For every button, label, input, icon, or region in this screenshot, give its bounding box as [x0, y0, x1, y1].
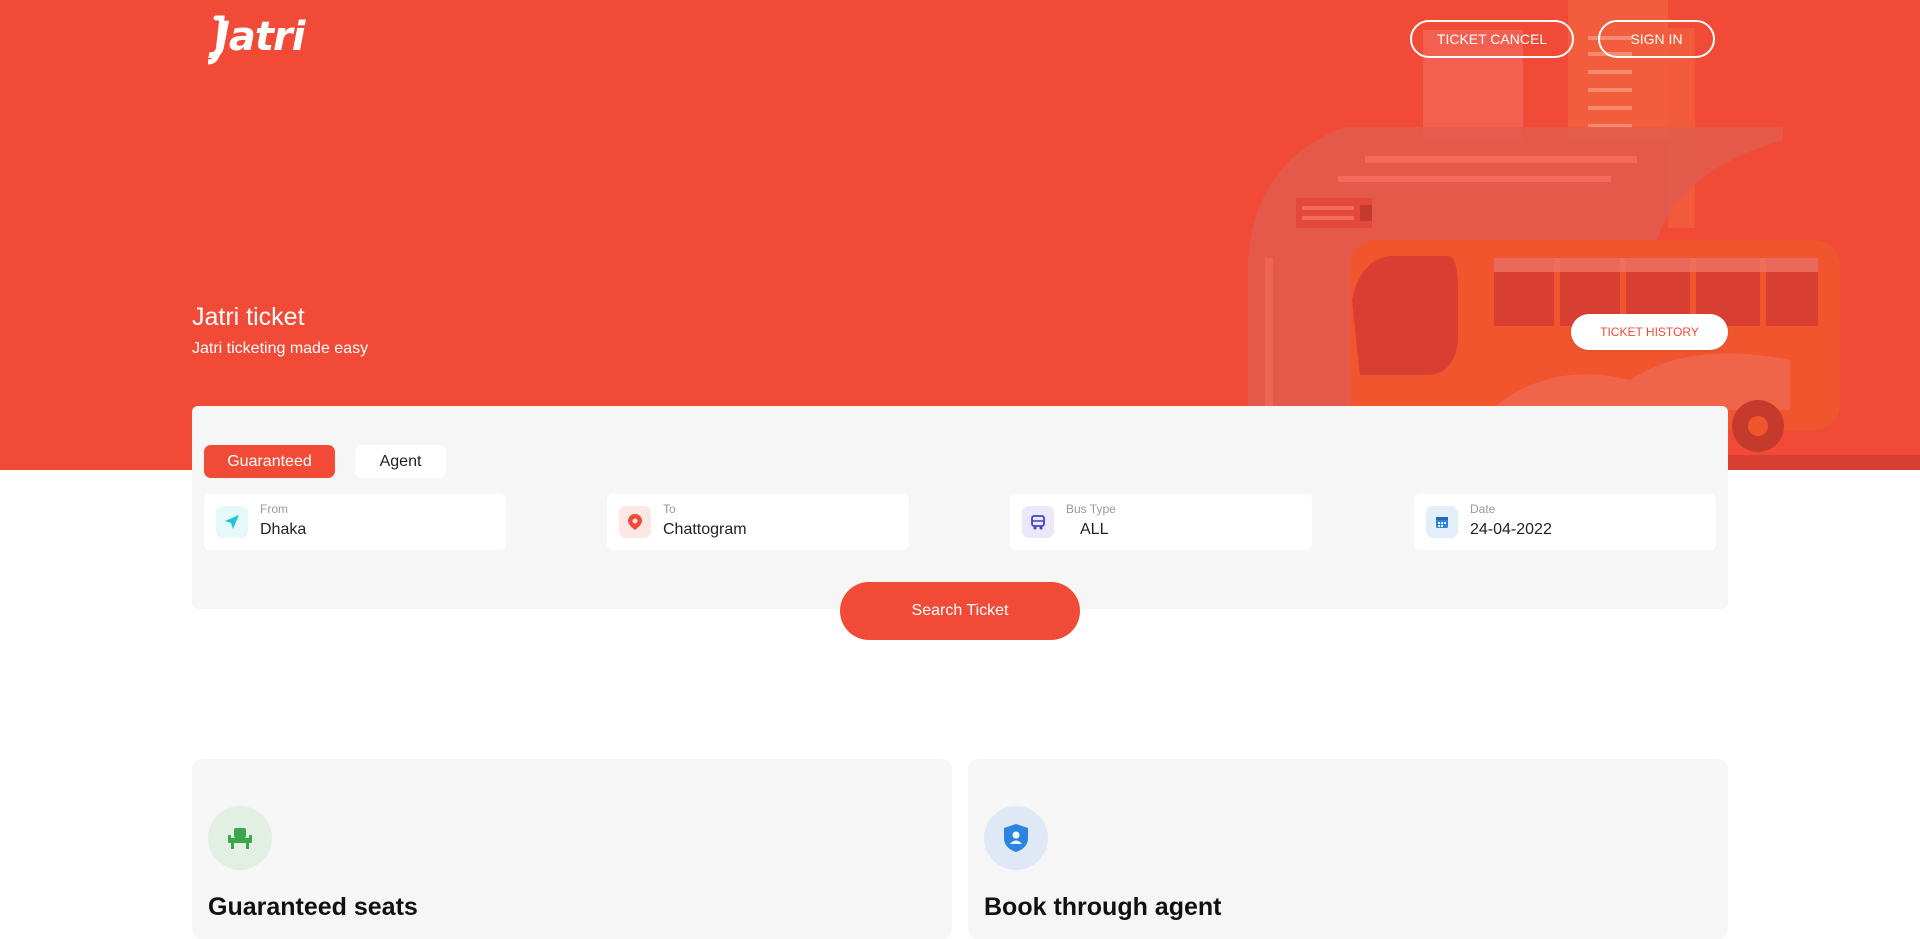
seat-icon [208, 806, 272, 870]
hero-banner: Jatri TICKET CANCEL SIGN IN TICKET HISTO… [0, 0, 1920, 470]
date-label: Date [1470, 502, 1496, 516]
jatri-logo[interactable]: Jatri [215, 14, 305, 60]
hero-title: Jatri ticket [192, 303, 305, 331]
to-field[interactable]: To Chattogram [607, 494, 909, 550]
calendar-icon [1426, 506, 1458, 538]
from-value: Dhaka [260, 521, 307, 538]
shield-user-icon [984, 806, 1048, 870]
date-value: 24-04-2022 [1470, 521, 1552, 538]
tab-guaranteed[interactable]: Guaranteed [204, 445, 335, 478]
ticket-cancel-button[interactable]: TICKET CANCEL [1410, 20, 1574, 58]
feature-card-agent: Book through agent [968, 759, 1728, 939]
ticket-history-button[interactable]: TICKET HISTORY [1571, 314, 1728, 350]
bus-illustration [1248, 0, 1920, 470]
hero-subtitle: Jatri ticketing made easy [192, 340, 369, 357]
map-pin-icon [619, 506, 651, 538]
from-label: From [260, 502, 288, 516]
date-field[interactable]: Date 24-04-2022 [1414, 494, 1716, 550]
search-ticket-button[interactable]: Search Ticket [840, 582, 1080, 640]
sign-in-button[interactable]: SIGN IN [1598, 20, 1715, 58]
to-value: Chattogram [663, 521, 747, 538]
bus-icon [1022, 506, 1054, 538]
bus-type-value: ALL [1080, 521, 1109, 538]
bus-type-field[interactable]: Bus Type ALL [1010, 494, 1312, 550]
navigation-arrow-icon [216, 506, 248, 538]
from-field[interactable]: From Dhaka [204, 494, 506, 550]
tab-agent[interactable]: Agent [355, 445, 446, 478]
feature-card-guaranteed: Guaranteed seats [192, 759, 952, 939]
to-label: To [663, 502, 676, 516]
bus-type-label: Bus Type [1066, 502, 1116, 516]
ticket-search-panel: Guaranteed Agent From Dhaka To Chattogra… [192, 406, 1728, 609]
